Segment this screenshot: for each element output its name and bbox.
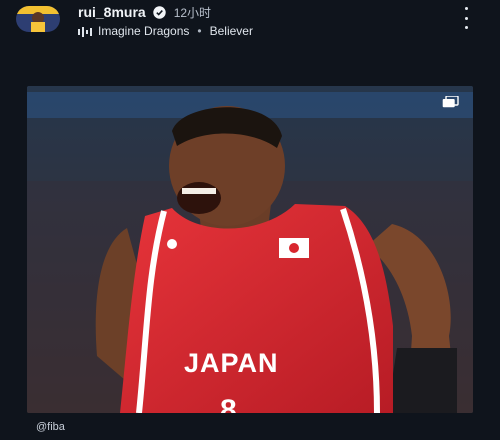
music-icon: [78, 26, 92, 37]
multiple-images-icon: [442, 96, 459, 108]
jersey-text: JAPAN: [184, 348, 279, 378]
music-line[interactable]: Imagine Dragons • Believer: [78, 23, 438, 39]
jersey-number: 8: [220, 394, 237, 413]
artist-name[interactable]: Imagine Dragons: [98, 24, 189, 38]
post-meta: rui_8mura 12小时 Imagine Dragons • Believe…: [78, 4, 438, 39]
user-line: rui_8mura 12小时: [78, 4, 438, 20]
song-title[interactable]: Believer: [210, 24, 253, 38]
avatar[interactable]: [16, 6, 60, 32]
verified-badge-icon: [153, 5, 166, 19]
post-time: 12小时: [173, 5, 212, 20]
photo-credit[interactable]: @fiba: [36, 421, 65, 433]
post-photo[interactable]: JAPAN 8: [27, 86, 473, 413]
more-options-icon[interactable]: [456, 7, 476, 29]
post-header: rui_8mura 12小时 Imagine Dragons • Believe…: [0, 0, 500, 40]
separator-dot: •: [197, 24, 202, 38]
username[interactable]: rui_8mura: [78, 4, 146, 20]
